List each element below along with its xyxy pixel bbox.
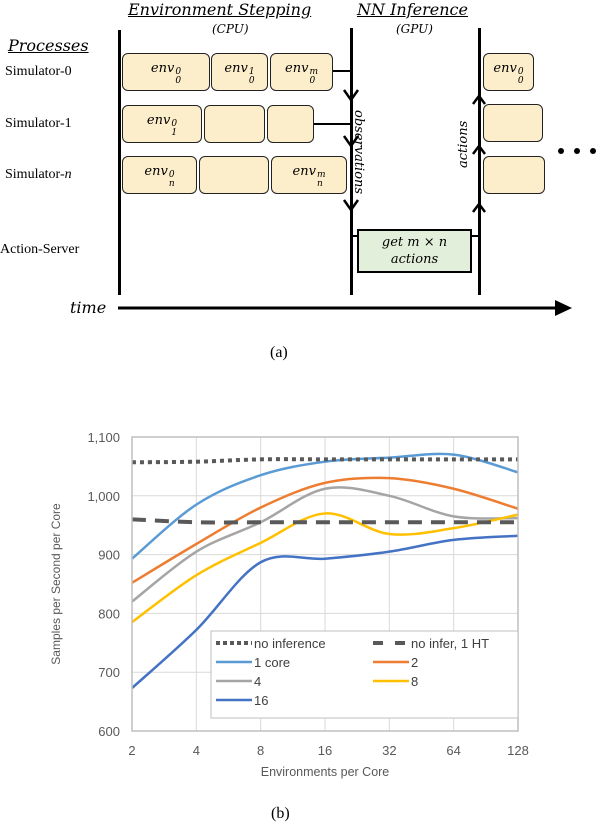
y-axis-label: Samples per Second per Core bbox=[49, 503, 63, 665]
legend-label: 2 bbox=[411, 655, 418, 670]
y-tick-label: 700 bbox=[98, 665, 120, 680]
y-tick-labels: 600 700 800 900 1,000 1,100 bbox=[87, 430, 120, 739]
legend-label: 16 bbox=[254, 693, 268, 708]
x-tick-label: 2 bbox=[128, 743, 135, 758]
caption-a: (a) bbox=[270, 344, 288, 361]
up-arrow-icon bbox=[472, 143, 486, 155]
down-arrow-icon bbox=[342, 199, 360, 213]
x-tick-label: 64 bbox=[446, 743, 460, 758]
y-tick-label: 600 bbox=[98, 724, 120, 739]
down-arrow-icon bbox=[342, 89, 360, 103]
legend-label: no infer, 1 HT bbox=[411, 636, 489, 651]
x-tick-label: 4 bbox=[193, 743, 200, 758]
action-box-line2: actions bbox=[390, 252, 439, 267]
x-tick-label: 128 bbox=[507, 743, 529, 758]
actions-label: actions bbox=[456, 120, 471, 168]
y-tick-label: 1,100 bbox=[87, 430, 120, 445]
arrows-layer bbox=[118, 89, 572, 316]
legend-label: 4 bbox=[254, 674, 261, 689]
legend-label: 8 bbox=[411, 674, 418, 689]
legend: no inference no infer, 1 HT 1 core 2 4 8 16 bbox=[210, 630, 519, 719]
observations-label: observations bbox=[351, 110, 366, 195]
caption-b: (b) bbox=[271, 805, 290, 822]
x-tick-labels: 2 4 8 16 32 64 128 bbox=[128, 743, 528, 758]
up-arrow-icon bbox=[472, 201, 486, 213]
time-arrow-icon bbox=[555, 300, 572, 316]
y-tick-label: 800 bbox=[98, 606, 120, 621]
ellipsis-dot bbox=[558, 148, 564, 154]
line-chart: 600 700 800 900 1,000 1,100 2 4 8 16 32 64 128 Samp… bbox=[49, 430, 529, 779]
y-tick-label: 900 bbox=[98, 548, 120, 563]
legend-label: no inference bbox=[254, 636, 326, 651]
x-axis-label: Environments per Core bbox=[261, 765, 390, 779]
x-tick-label: 32 bbox=[382, 743, 396, 758]
ellipsis-dot bbox=[590, 148, 596, 154]
action-server-box: get m × n actions bbox=[357, 229, 472, 273]
action-box-line1: get m × n bbox=[381, 235, 448, 250]
time-label: time bbox=[70, 298, 107, 317]
x-tick-label: 8 bbox=[257, 743, 264, 758]
up-arrow-icon bbox=[472, 93, 486, 105]
legend-label: 1 core bbox=[254, 655, 290, 670]
y-tick-label: 1,000 bbox=[87, 489, 120, 504]
ellipsis-dot bbox=[574, 148, 580, 154]
x-tick-label: 16 bbox=[318, 743, 332, 758]
